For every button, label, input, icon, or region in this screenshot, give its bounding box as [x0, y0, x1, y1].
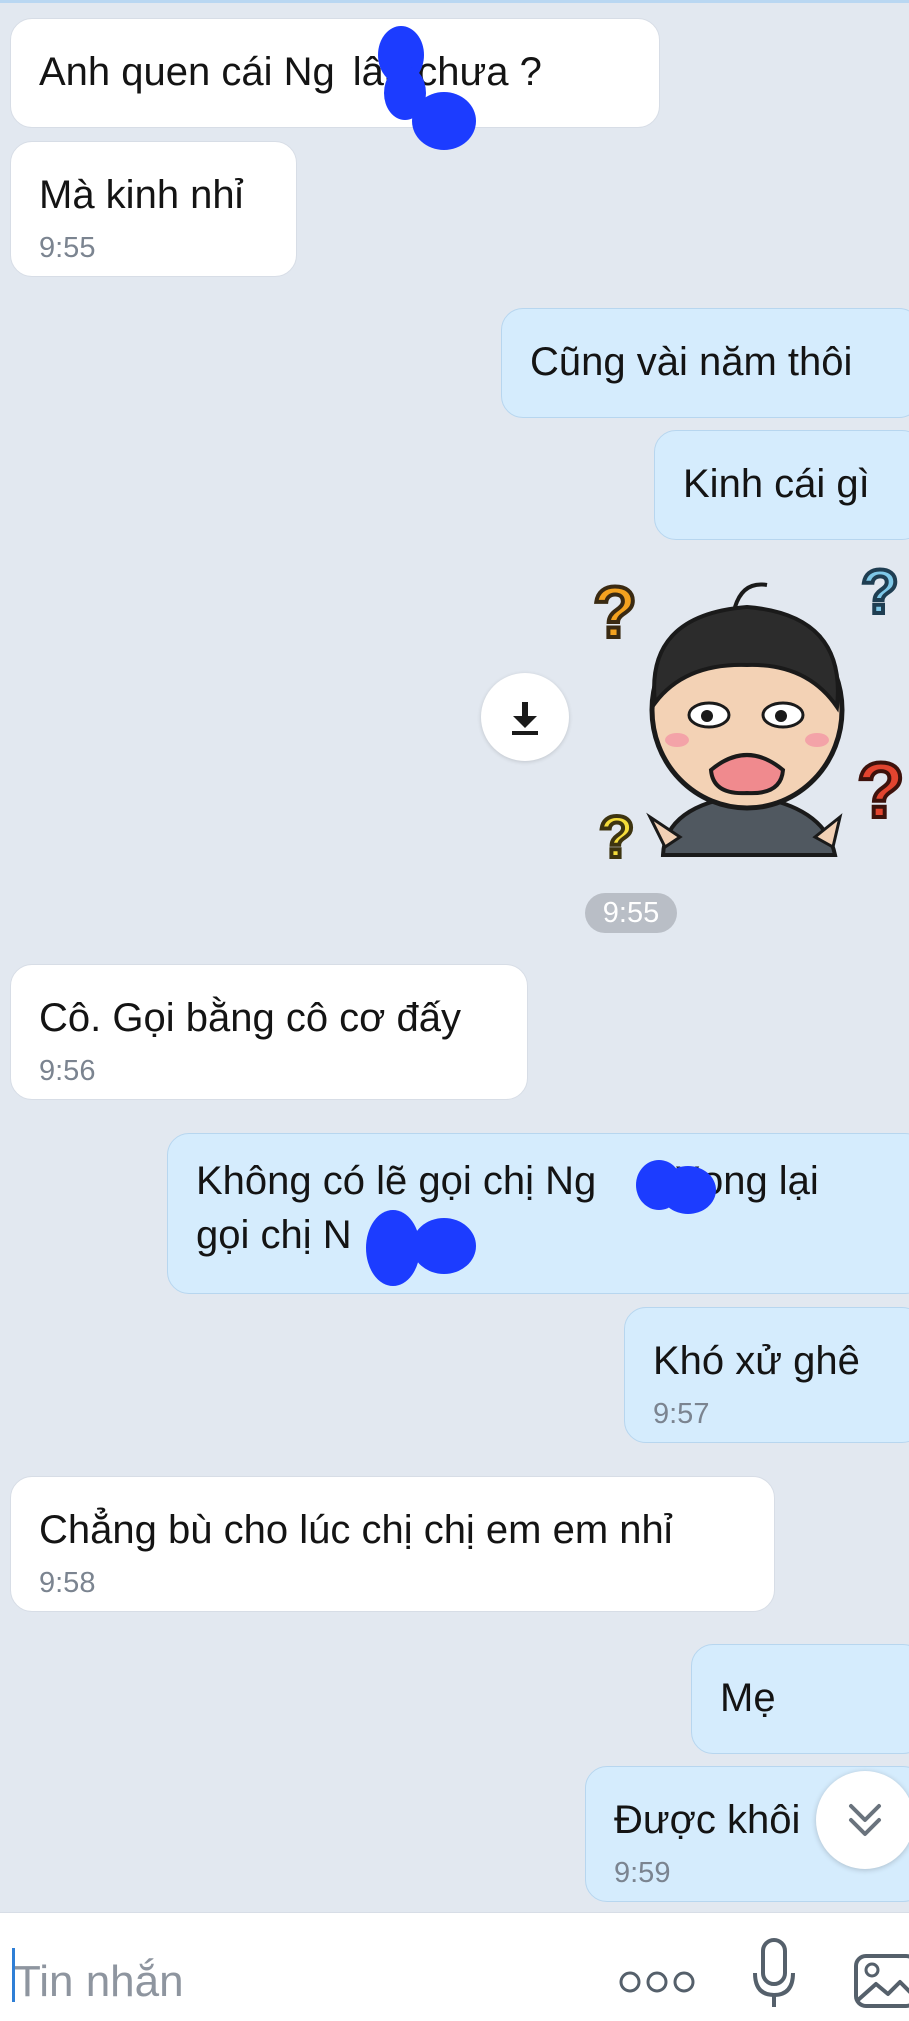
message-incoming[interactable]: Mà kinh nhỉ 9:55	[10, 141, 297, 277]
message-time: 9:58	[39, 1567, 96, 1599]
question-mark-red: ?	[857, 746, 905, 834]
message-time: 9:56	[39, 1055, 96, 1087]
download-button[interactable]	[481, 673, 569, 761]
message-outgoing[interactable]: Mẹ	[691, 1644, 909, 1754]
message-text: Mà kinh nhỉ	[39, 173, 244, 217]
chat-scroll-area[interactable]: Anh quen cái Ng lâu chưa ? Mà kinh nhỉ 9:…	[0, 0, 909, 1912]
message-text: Anh quen cái Ng	[39, 50, 335, 94]
message-time: 9:55	[39, 232, 96, 264]
message-outgoing[interactable]: Kinh cái gì	[654, 430, 909, 540]
question-mark-yellow: ?	[599, 805, 634, 870]
gallery-button[interactable]	[852, 1946, 909, 2014]
message-text: Mẹ	[720, 1676, 776, 1720]
message-input[interactable]	[14, 1952, 574, 2012]
image-icon	[854, 1954, 909, 2008]
more-dots-icon	[619, 1971, 695, 1993]
double-chevron-down-icon	[849, 1804, 881, 1836]
redaction-mark	[412, 92, 476, 150]
message-incoming[interactable]: Chẳng bù cho lúc chị chị em em nhỉ 9:58	[10, 1476, 775, 1612]
voice-button[interactable]	[744, 1934, 804, 2014]
confused-boy-sticker[interactable]: ? ? ? ?	[585, 555, 909, 875]
message-text: gọi chị N	[196, 1213, 352, 1257]
microphone-icon	[753, 1938, 795, 2007]
message-text: Không có lẽ gọi chị Ng	[196, 1159, 597, 1203]
message-outgoing[interactable]: Không có lẽ gọi chị Ng Xong lại gọi chị N	[167, 1133, 909, 1294]
question-mark-blue: ?	[861, 558, 899, 627]
message-text: Cô. Gọi bằng cô cơ đấy	[39, 996, 462, 1040]
message-outgoing[interactable]: Cũng vài năm thôi	[501, 308, 909, 418]
message-text: Chẳng bù cho lúc chị chị em em nhỉ	[39, 1508, 673, 1552]
message-time: 9:57	[653, 1398, 710, 1430]
message-outgoing[interactable]: Khó xử ghê 9:57	[624, 1307, 909, 1443]
redaction-mark	[660, 1166, 716, 1214]
download-icon	[512, 702, 538, 735]
more-button[interactable]	[614, 1954, 700, 2010]
message-text: Kinh cái gì	[683, 462, 870, 506]
message-text: Cũng vài năm thôi	[530, 340, 853, 384]
sticker-time: 9:55	[585, 893, 677, 933]
scroll-to-bottom-button[interactable]	[816, 1771, 909, 1869]
message-incoming[interactable]: Anh quen cái Ng lâu chưa ?	[10, 18, 660, 128]
redaction-mark	[412, 1218, 476, 1274]
message-text: Khó xử ghê	[653, 1339, 860, 1383]
message-incoming[interactable]: Cô. Gọi bằng cô cơ đấy 9:56	[10, 964, 528, 1100]
question-mark-orange: ?	[593, 573, 637, 653]
